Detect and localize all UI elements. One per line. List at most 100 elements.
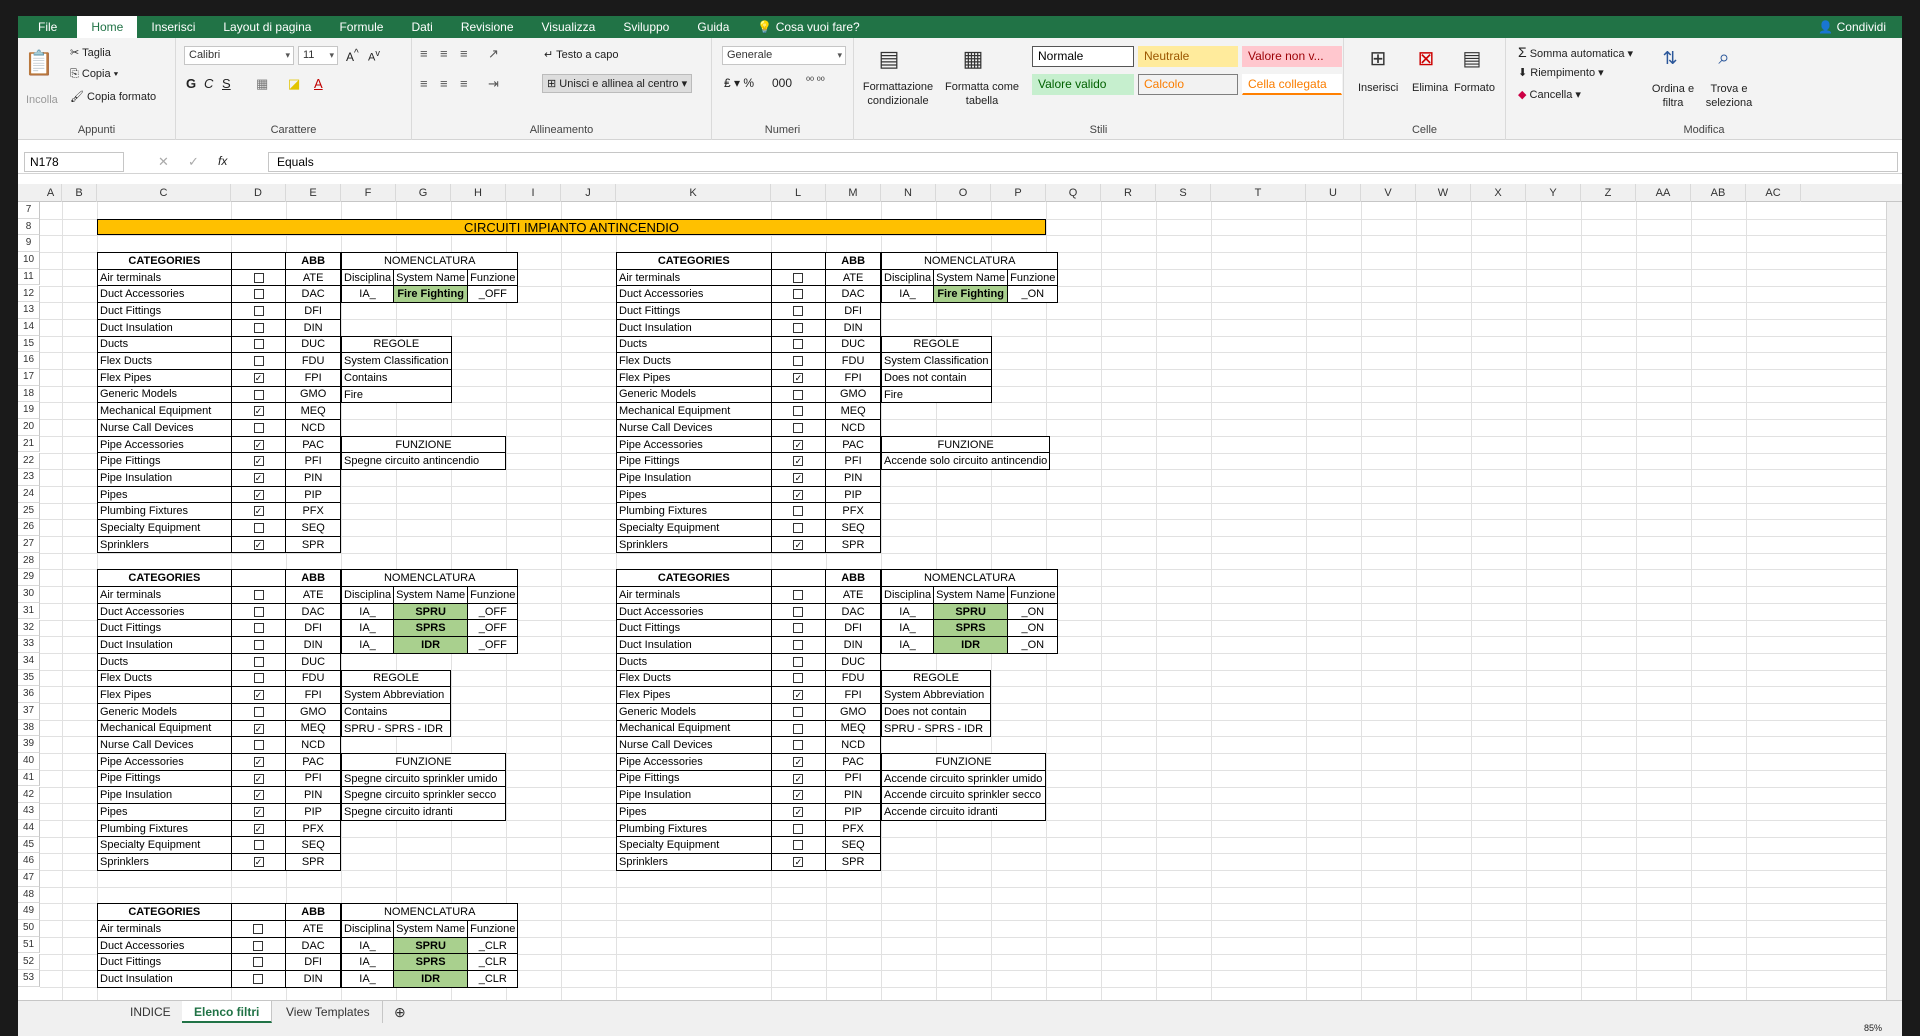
rules-table-item[interactable]: System Abbreviation — [881, 686, 991, 704]
category-name[interactable]: Ducts — [616, 652, 772, 671]
style-bad[interactable]: Valore non v... — [1242, 46, 1342, 67]
checkbox-cell[interactable] — [230, 619, 287, 638]
checkbox[interactable]: ✓ — [253, 539, 264, 550]
checkbox-cell[interactable]: ✓ — [770, 469, 827, 487]
checkbox[interactable] — [793, 272, 804, 283]
cancel-icon[interactable]: ✕ — [158, 154, 169, 170]
category-abb[interactable]: DFI — [825, 619, 881, 638]
category-name[interactable]: Pipe Fittings — [616, 452, 772, 471]
row-header[interactable]: 29 — [18, 569, 40, 587]
checkbox[interactable] — [793, 406, 804, 417]
decimal-icon[interactable]: ⁰⁰ ⁰⁰ — [806, 76, 825, 87]
category-name[interactable]: Mechanical Equipment — [97, 719, 232, 738]
tell-me-box[interactable]: 💡 Cosa vuoi fare? — [743, 16, 873, 38]
category-name[interactable]: Specialty Equipment — [97, 519, 232, 537]
checkbox-cell[interactable] — [770, 702, 827, 721]
checkbox-cell[interactable] — [770, 352, 827, 370]
checkbox[interactable]: ✓ — [793, 539, 804, 550]
tab-help[interactable]: Guida — [683, 16, 743, 38]
row-header[interactable]: 14 — [18, 318, 40, 336]
checkbox-cell[interactable] — [230, 970, 287, 988]
checkbox[interactable]: ✓ — [253, 506, 264, 517]
sort-filter-button[interactable]: Ordina e filtra — [1646, 82, 1700, 110]
checkbox-cell[interactable] — [230, 636, 287, 654]
category-name[interactable]: Plumbing Fixtures — [97, 819, 232, 838]
rules-table-item[interactable]: SPRU - SPRS - IDR — [341, 719, 451, 738]
checkbox-cell[interactable]: ✓ — [770, 752, 827, 771]
row-header[interactable]: 31 — [18, 602, 40, 620]
checkbox-cell[interactable]: ✓ — [230, 719, 287, 738]
checkbox[interactable]: ✓ — [253, 806, 264, 817]
discipline-cell[interactable]: IA_ — [340, 636, 395, 654]
checkbox-cell[interactable]: ✓ — [230, 819, 287, 838]
row-header[interactable]: 22 — [18, 452, 40, 470]
row-header[interactable]: 10 — [18, 252, 40, 269]
checkbox-cell[interactable] — [770, 652, 827, 671]
function-table-item[interactable]: Accende circuito sprinkler umido — [881, 769, 1046, 788]
category-name[interactable]: Pipes — [616, 485, 772, 504]
bold-button[interactable]: G — [186, 76, 196, 91]
checkbox-cell[interactable]: ✓ — [770, 786, 827, 805]
category-name[interactable]: Duct Fittings — [97, 302, 232, 320]
category-name[interactable]: Sprinklers — [97, 535, 232, 554]
row-header[interactable]: 26 — [18, 519, 40, 536]
row-header[interactable]: 19 — [18, 402, 40, 420]
checkbox-cell[interactable]: ✓ — [770, 853, 827, 871]
row-header[interactable]: 12 — [18, 285, 40, 303]
checkbox[interactable]: ✓ — [793, 690, 804, 701]
category-name[interactable]: Ducts — [97, 335, 232, 354]
checkbox-cell[interactable]: ✓ — [230, 853, 287, 871]
checkbox-cell[interactable] — [770, 586, 827, 604]
formula-input[interactable]: Equals — [268, 152, 1898, 172]
checkbox-cell[interactable] — [230, 652, 287, 671]
column-header[interactable]: A — [40, 184, 62, 202]
category-name[interactable]: Ducts — [97, 652, 232, 671]
checkbox-cell[interactable] — [230, 268, 287, 287]
category-name[interactable]: Mechanical Equipment — [97, 402, 232, 420]
category-name[interactable]: Pipe Insulation — [97, 786, 232, 805]
row-header[interactable]: 11 — [18, 268, 40, 286]
checkbox-cell[interactable] — [770, 836, 827, 855]
row-header[interactable]: 24 — [18, 485, 40, 503]
function-cell[interactable]: _ON — [1007, 636, 1059, 654]
insert-function-icon[interactable]: fx — [218, 154, 227, 168]
column-header[interactable]: C — [97, 184, 231, 202]
number-format-select[interactable]: Generale — [722, 46, 846, 65]
name-box[interactable]: N178 — [24, 152, 124, 172]
checkbox[interactable] — [793, 723, 804, 734]
checkbox[interactable] — [253, 322, 264, 333]
column-header[interactable]: AA — [1636, 184, 1691, 202]
column-header[interactable]: N — [881, 184, 936, 202]
system-name-cell[interactable]: IDR — [933, 636, 1009, 654]
italic-button[interactable]: C — [204, 76, 213, 91]
category-name[interactable]: Pipe Fittings — [616, 769, 772, 788]
category-name[interactable]: Duct Fittings — [97, 619, 232, 638]
checkbox-cell[interactable] — [770, 318, 827, 337]
tab-formulas[interactable]: Formule — [325, 16, 397, 38]
checkbox[interactable] — [253, 957, 264, 968]
tab-view[interactable]: Visualizza — [528, 16, 610, 38]
checkbox-cell[interactable]: ✓ — [770, 686, 827, 704]
category-abb[interactable]: DUC — [285, 652, 341, 671]
checkbox[interactable]: ✓ — [253, 406, 264, 417]
category-name[interactable]: Duct Accessories — [97, 285, 232, 304]
column-header[interactable]: AC — [1746, 184, 1801, 202]
row-header[interactable]: 28 — [18, 552, 40, 570]
checkbox[interactable] — [793, 840, 804, 851]
checkbox-cell[interactable]: ✓ — [230, 452, 287, 471]
row-header[interactable]: 7 — [18, 202, 40, 219]
category-abb[interactable]: SPR — [825, 853, 881, 871]
tab-file[interactable]: File — [18, 16, 77, 38]
checkbox-cell[interactable] — [230, 953, 287, 972]
category-name[interactable]: Duct Insulation — [616, 318, 772, 337]
cut-button[interactable]: ✂ Taglia — [70, 46, 111, 59]
row-header[interactable]: 44 — [18, 819, 40, 837]
checkbox[interactable]: ✓ — [793, 472, 804, 483]
column-header[interactable]: V — [1361, 184, 1416, 202]
checkbox[interactable] — [253, 640, 264, 651]
checkbox[interactable] — [253, 523, 264, 534]
function-cell[interactable]: _OFF — [467, 285, 519, 304]
row-header[interactable]: 35 — [18, 669, 40, 687]
category-name[interactable]: Specialty Equipment — [616, 836, 772, 855]
checkbox[interactable] — [793, 306, 804, 317]
